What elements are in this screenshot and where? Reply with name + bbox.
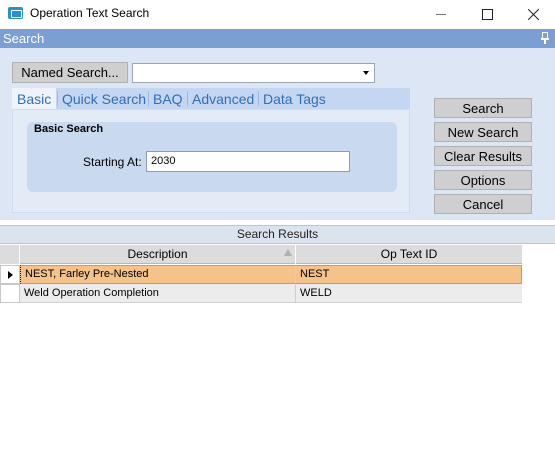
- starting-at-input[interactable]: 2030: [146, 151, 350, 172]
- chevron-down-icon[interactable]: [363, 71, 369, 75]
- tab-divider: [258, 91, 259, 106]
- grid-header: Description Op Text ID: [0, 245, 522, 264]
- tab-divider: [148, 91, 149, 106]
- sort-icon: [284, 249, 292, 256]
- table-row[interactable]: NEST, Farley Pre-Nested NEST: [0, 265, 522, 284]
- clear-results-button[interactable]: Clear Results: [434, 146, 532, 166]
- basic-search-group: Basic Search Starting At: 2030: [27, 122, 397, 192]
- search-button[interactable]: Search: [434, 98, 532, 118]
- options-button[interactable]: Options: [434, 170, 532, 190]
- search-panel-header: Search: [0, 29, 555, 48]
- starting-at-label: Starting At:: [83, 155, 142, 169]
- cell-op-text-id[interactable]: WELD: [296, 284, 522, 303]
- cancel-button[interactable]: Cancel: [434, 194, 532, 214]
- maximize-icon: [481, 8, 493, 20]
- tab-divider: [187, 91, 188, 106]
- search-results-header: Search Results: [0, 225, 555, 244]
- tab-advanced[interactable]: Advanced: [192, 88, 254, 109]
- title-bar: Operation Text Search: [0, 0, 555, 28]
- tab-divider: [57, 91, 58, 106]
- maximize-button[interactable]: [464, 0, 510, 28]
- table-row[interactable]: Weld Operation Completion WELD: [0, 284, 522, 303]
- tab-baq[interactable]: BAQ: [153, 88, 183, 109]
- cell-description[interactable]: Weld Operation Completion: [20, 284, 296, 303]
- named-search-dropdown[interactable]: [132, 63, 375, 83]
- current-row-icon: [8, 271, 13, 279]
- tab-basic[interactable]: Basic: [12, 88, 56, 109]
- group-title: Basic Search: [34, 123, 104, 135]
- row-selector-header: [0, 245, 20, 264]
- search-panel: Named Search... Basic Quick Search BAQ A…: [0, 48, 555, 220]
- search-panel-title: Search: [3, 31, 45, 46]
- row-selector[interactable]: [0, 284, 20, 303]
- cell-op-text-id[interactable]: NEST: [296, 265, 522, 284]
- window-title: Operation Text Search: [30, 6, 150, 20]
- search-tabs: Basic Quick Search BAQ Advanced Data Tag…: [12, 88, 410, 109]
- tab-data-tags[interactable]: Data Tags: [263, 88, 326, 109]
- named-search-button[interactable]: Named Search...: [12, 62, 128, 83]
- app-icon: [8, 7, 23, 19]
- cell-description[interactable]: NEST, Farley Pre-Nested: [20, 265, 296, 284]
- close-icon: [527, 8, 540, 21]
- tab-quick-search[interactable]: Quick Search: [62, 88, 146, 109]
- basic-tab-body: Basic Search Starting At: 2030: [12, 109, 410, 213]
- column-header-label: Description: [127, 247, 188, 261]
- minimize-icon: [436, 13, 446, 15]
- close-button[interactable]: [510, 0, 555, 28]
- pin-icon[interactable]: [541, 32, 549, 44]
- minimize-button[interactable]: [418, 0, 464, 28]
- new-search-button[interactable]: New Search: [434, 122, 532, 142]
- row-selector[interactable]: [0, 265, 20, 284]
- column-header-op-text-id[interactable]: Op Text ID: [296, 245, 522, 264]
- column-header-description[interactable]: Description: [20, 245, 296, 264]
